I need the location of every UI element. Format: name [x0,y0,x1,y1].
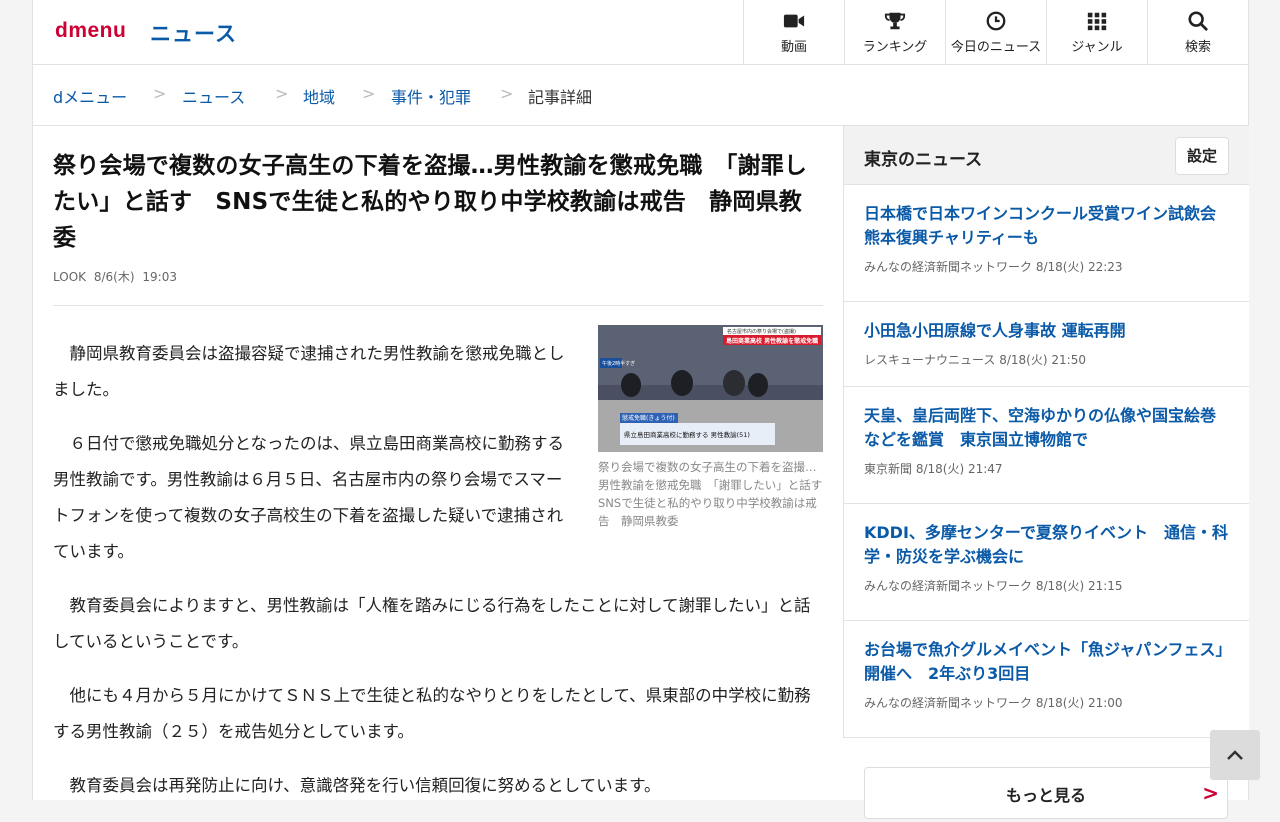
news-headline[interactable]: 小田急小田原線で人身事故 運転再開 [864,319,1229,343]
dmenu-logo[interactable]: dmenu [55,19,126,43]
article-title: 祭り会場で複数の女子高生の下着を盗撮…男性教諭を懲戒免職 「謝罪したい」と話す … [53,153,808,251]
news-headline[interactable]: KDDI、多摩センターで夏祭りイベント 通信・科学・防災を学ぶ機会に [864,521,1229,569]
nav-search[interactable]: 検索 [1147,0,1248,64]
article-date: 8/6(木) [93,270,135,284]
nav-ranking[interactable]: ランキング [844,0,945,64]
clock-icon [986,11,1006,31]
search-icon [1188,11,1208,31]
news-meta: 東京新聞 8/18(火) 21:47 [864,462,1003,476]
video-camera-icon [783,14,805,28]
nav-video[interactable]: 動画 [743,0,844,64]
news-meta: みんなの経済新聞ネットワーク 8/18(火) 21:15 [864,579,1123,593]
sidebar-news-item[interactable]: 天皇、皇后両陛下、空海ゆかりの仏像や国宝絵巻などを鑑賞 東京国立博物館で 東京新… [844,387,1249,504]
article: 祭り会場で複数の女子高生の下着を盗撮…男性教諭を懲戒免職 「謝罪したい」と話す … [53,126,834,795]
sidebar-title: 東京のニュース [864,150,983,170]
more-button[interactable]: もっと見る > [864,767,1228,819]
article-time: 19:03 [142,270,177,284]
nav-today-news[interactable]: 今日のニュース [945,0,1046,64]
trophy-icon [884,12,906,30]
breadcrumb: dメニュー > ニュース > 地域 > 事件・犯罪 > 記事詳細 [33,65,1248,126]
chevron-right-icon: > [275,84,289,103]
chevron-up-icon [1227,750,1243,760]
nav-genre[interactable]: ジャンル [1046,0,1147,64]
breadcrumb-news[interactable]: ニュース [182,84,245,108]
news-meta: みんなの経済新聞ネットワーク 8/18(火) 21:00 [864,696,1123,710]
sidebar-news-item[interactable]: KDDI、多摩センターで夏祭りイベント 通信・科学・防災を学ぶ機会に みんなの経… [844,504,1249,621]
nav-genre-label: ジャンル [1071,40,1123,55]
nav-search-label: 検索 [1184,40,1211,55]
settings-button[interactable]: 設定 [1175,137,1229,175]
breadcrumb-current: 記事詳細 [528,88,593,107]
breadcrumb-region[interactable]: 地域 [303,84,335,108]
news-headline[interactable]: 日本橋で日本ワインコンクール受賞ワイン試飲会 熊本復興チャリティーも [864,202,1232,250]
sidebar-header: 東京のニュース 設定 [844,126,1249,185]
page: dmenu ニュース 動画 ランキング 今日のニュース ジャンル 検索 dメニュ… [32,0,1249,819]
sidebar-news-item[interactable]: お台場で魚介グルメイベント「魚ジャパンフェス」開催へ 2年ぶり3回目 みんなの経… [844,621,1249,738]
article-paragraph: ６日付で懲戒免職処分となったのは、県立島田商業高校に勤務する男性教諭です。男性教… [53,434,565,561]
news-headline[interactable]: お台場で魚介グルメイベント「魚ジャパンフェス」開催へ 2年ぶり3回目 [864,638,1229,686]
chevron-right-icon: > [500,84,514,103]
overlay-top-label: 名古屋市内の祭り会場で(盗撮) [727,328,796,335]
chevron-right-icon: > [362,84,376,103]
news-section-title[interactable]: ニュース [150,18,237,48]
sidebar-news-item[interactable]: 日本橋で日本ワインコンクール受賞ワイン試飲会 熊本復興チャリティーも みんなの経… [844,185,1249,302]
news-headline[interactable]: 天皇、皇后両陛下、空海ゆかりの仏像や国宝絵巻などを鑑賞 東京国立博物館で [864,404,1229,452]
article-meta: LOOK 8/6(木) 19:03 [53,268,823,285]
chevron-right-icon: > [153,84,167,103]
nav-ranking-label: ランキング [862,40,928,55]
grid-icon [1087,12,1107,31]
article-paragraph: 教育委員会によりますと、男性教諭は「人権を踏みにじる行為をしたことに対して謝罪し… [53,596,811,651]
more-button-label: もっと見る [1005,786,1086,805]
site-header: dmenu ニュース 動画 ランキング 今日のニュース ジャンル 検索 [33,0,1248,65]
back-to-top-button[interactable] [1210,730,1260,780]
breadcrumb-crime[interactable]: 事件・犯罪 [391,84,471,108]
article-paragraph: 教育委員会は再発防止に向け、意識啓発を行い信頼回復に努めるとしています。 [69,776,661,795]
article-paragraph: 他にも４月から５月にかけてＳＮＳ上で生徒と私的なやりとりをしたとして、県東部の中… [53,686,811,741]
article-body: 静岡県教育委員会は盗撮容疑で逮捕された男性教諭を懲戒免職としました。 ６日付で懲… [53,336,823,822]
nav-today-news-label: 今日のニュース [950,40,1042,55]
news-meta: みんなの経済新聞ネットワーク 8/18(火) 22:23 [864,260,1123,274]
chevron-right-icon: > [1202,781,1219,805]
header-nav: 動画 ランキング 今日のニュース ジャンル 検索 [743,0,1248,64]
breadcrumb-dmenu[interactable]: dメニュー [53,84,127,108]
article-source: LOOK [53,270,87,284]
nav-video-label: 動画 [780,40,807,55]
sidebar-news-item[interactable]: 小田急小田原線で人身事故 運転再開 レスキューナウニュース 8/18(火) 21… [844,302,1249,387]
article-paragraph: 静岡県教育委員会は盗撮容疑で逮捕された男性教諭を懲戒免職としました。 [53,344,565,399]
local-news-sidebar: 東京のニュース 設定 日本橋で日本ワインコンクール受賞ワイン試飲会 熊本復興チャ… [843,126,1249,819]
news-meta: レスキューナウニュース 8/18(火) 21:50 [864,353,1086,367]
divider [53,305,823,306]
